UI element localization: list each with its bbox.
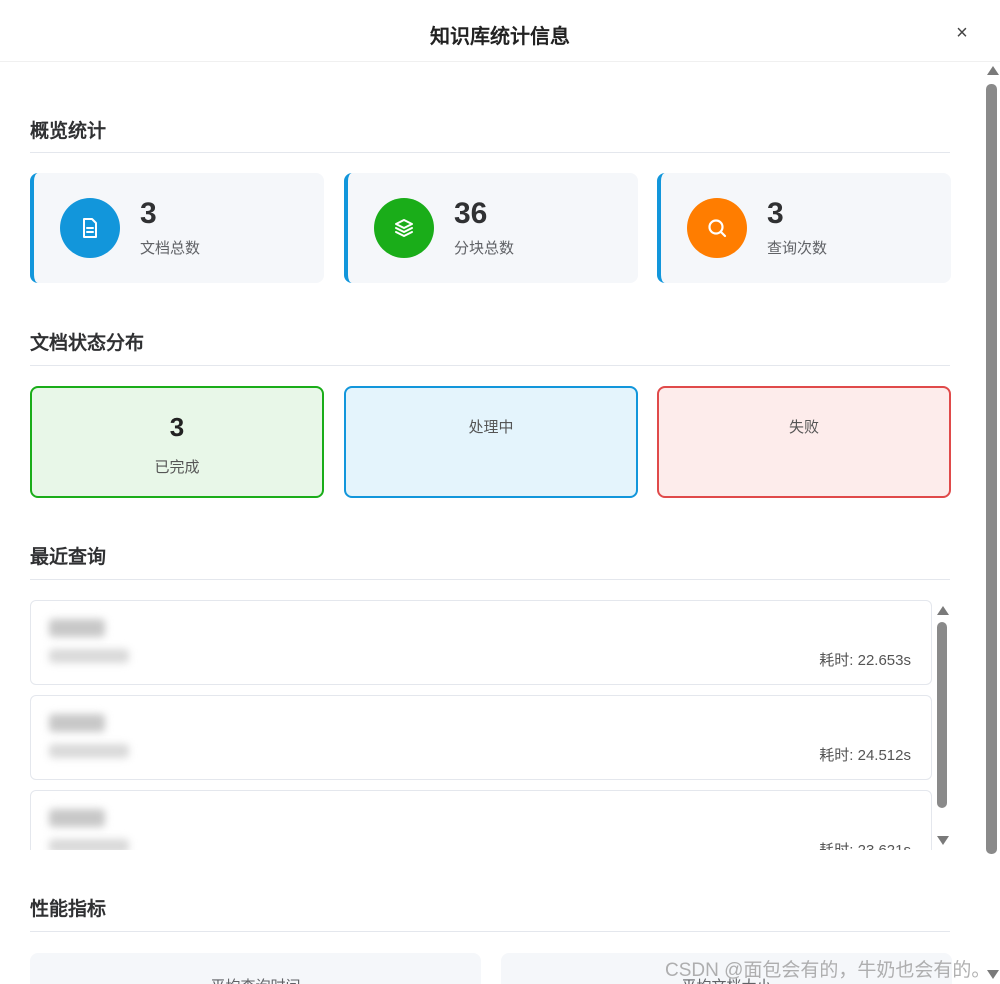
overview-card-queries: 3 查询次数 (657, 173, 951, 283)
stats-dialog: 知识库统计信息 × 概览统计 3 文档总数 36 分块总数 3 查询次数 文档状… (0, 0, 1000, 984)
query-text-redacted (49, 809, 105, 827)
query-item[interactable]: 耗时: 22.653s (30, 600, 932, 685)
avg-query-time-label: 平均查询时间 (30, 975, 481, 984)
query-item[interactable]: 耗时: 23.621s (30, 790, 932, 850)
performance-section-title: 性能指标 (30, 899, 107, 920)
close-icon[interactable]: × (950, 21, 974, 45)
overview-card-documents: 3 文档总数 (30, 173, 324, 283)
chunks-label: 分块总数 (454, 240, 515, 257)
dialog-scroll-thumb[interactable] (986, 84, 997, 854)
section-divider (30, 579, 950, 580)
recent-section-title: 最近查询 (30, 547, 107, 568)
performance-card-avg-query-time: 平均查询时间 (30, 953, 481, 984)
query-duration: 耗时: 22.653s (819, 652, 911, 669)
section-divider (30, 152, 950, 153)
section-divider (30, 931, 950, 932)
overview-section-title: 概览统计 (30, 121, 107, 142)
overview-card-chunks: 36 分块总数 (344, 173, 638, 283)
recent-query-list[interactable]: 耗时: 22.653s 耗时: 24.512s 耗时: 23.621s (30, 600, 950, 850)
status-card-processing: 处理中 (344, 386, 638, 498)
completed-label: 已完成 (154, 459, 200, 476)
documents-count: 3 (140, 197, 157, 230)
status-card-completed: 3 已完成 (30, 386, 324, 498)
query-list-scrollbar[interactable] (934, 600, 950, 850)
query-duration: 耗时: 24.512s (819, 747, 911, 764)
chunks-count: 36 (454, 197, 488, 230)
scroll-up-arrow-icon[interactable] (987, 66, 999, 75)
query-text-redacted (49, 619, 105, 637)
query-item[interactable]: 耗时: 24.512s (30, 695, 932, 780)
failed-label: 失败 (788, 419, 819, 436)
query-list-scroll-thumb[interactable] (937, 622, 947, 808)
scroll-down-arrow-icon[interactable] (937, 836, 949, 845)
processing-label: 处理中 (468, 419, 514, 436)
dialog-body: 概览统计 3 文档总数 36 分块总数 3 查询次数 文档状态分布 3 已完成 … (0, 62, 984, 984)
status-card-failed: 失败 (657, 386, 951, 498)
document-icon (60, 198, 120, 258)
query-meta-redacted (49, 839, 129, 850)
query-text-redacted (49, 714, 105, 732)
queries-label: 查询次数 (767, 240, 828, 257)
layers-icon (374, 198, 434, 258)
watermark-text: CSDN @面包会有的，牛奶也会有的。 (665, 960, 991, 981)
scroll-up-arrow-icon[interactable] (937, 606, 949, 615)
dialog-title: 知识库统计信息 (430, 26, 570, 48)
dialog-header: 知识库统计信息 × (0, 0, 1000, 62)
status-section-title: 文档状态分布 (30, 333, 145, 354)
dialog-scrollbar[interactable] (984, 62, 1000, 984)
section-divider (30, 365, 950, 366)
query-duration: 耗时: 23.621s (819, 839, 911, 850)
query-meta-redacted (49, 649, 129, 663)
search-icon (687, 198, 747, 258)
completed-count: 3 (169, 412, 185, 442)
documents-label: 文档总数 (140, 240, 201, 257)
queries-count: 3 (767, 197, 784, 230)
query-meta-redacted (49, 744, 129, 758)
